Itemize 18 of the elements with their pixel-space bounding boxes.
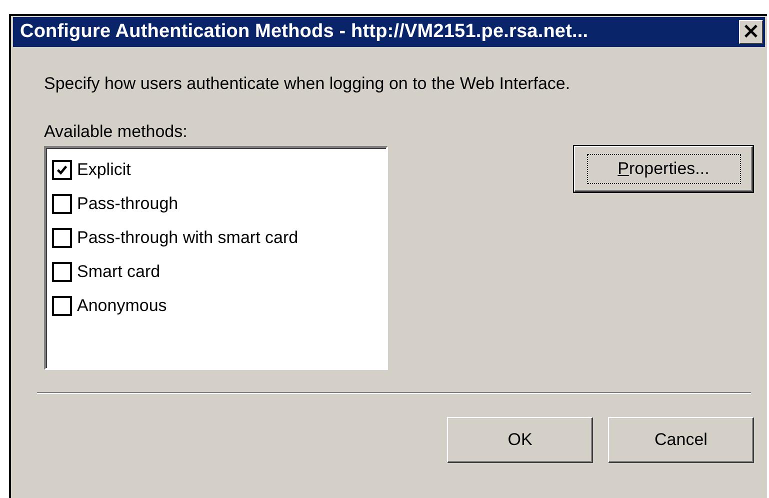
dialog-button[interactable]: Cancel xyxy=(608,417,754,463)
method-label[interactable]: Pass-through xyxy=(77,194,178,214)
checkbox[interactable] xyxy=(52,194,72,214)
checkbox[interactable] xyxy=(52,160,72,180)
method-label[interactable]: Explicit xyxy=(77,160,131,180)
checkbox[interactable] xyxy=(52,262,72,282)
window-title: Configure Authentication Methods - http://VM2151.pe.rsa.net... xyxy=(20,21,588,43)
checkmark-icon xyxy=(56,164,68,176)
method-label[interactable]: Smart card xyxy=(77,262,160,282)
checkbox[interactable] xyxy=(52,296,72,316)
method-label[interactable]: Anonymous xyxy=(77,296,167,316)
checkbox[interactable] xyxy=(52,228,72,248)
close-button[interactable]: × xyxy=(739,20,763,44)
methods-label: Available methods: xyxy=(44,122,188,142)
description-text: Specify how users authenticate when logging on to the Web Interface. xyxy=(44,74,572,94)
method-label[interactable]: Pass-through with smart card xyxy=(77,228,298,248)
dialog-button[interactable]: OK xyxy=(447,417,593,463)
properties-button[interactable]: Properties... xyxy=(574,146,753,192)
